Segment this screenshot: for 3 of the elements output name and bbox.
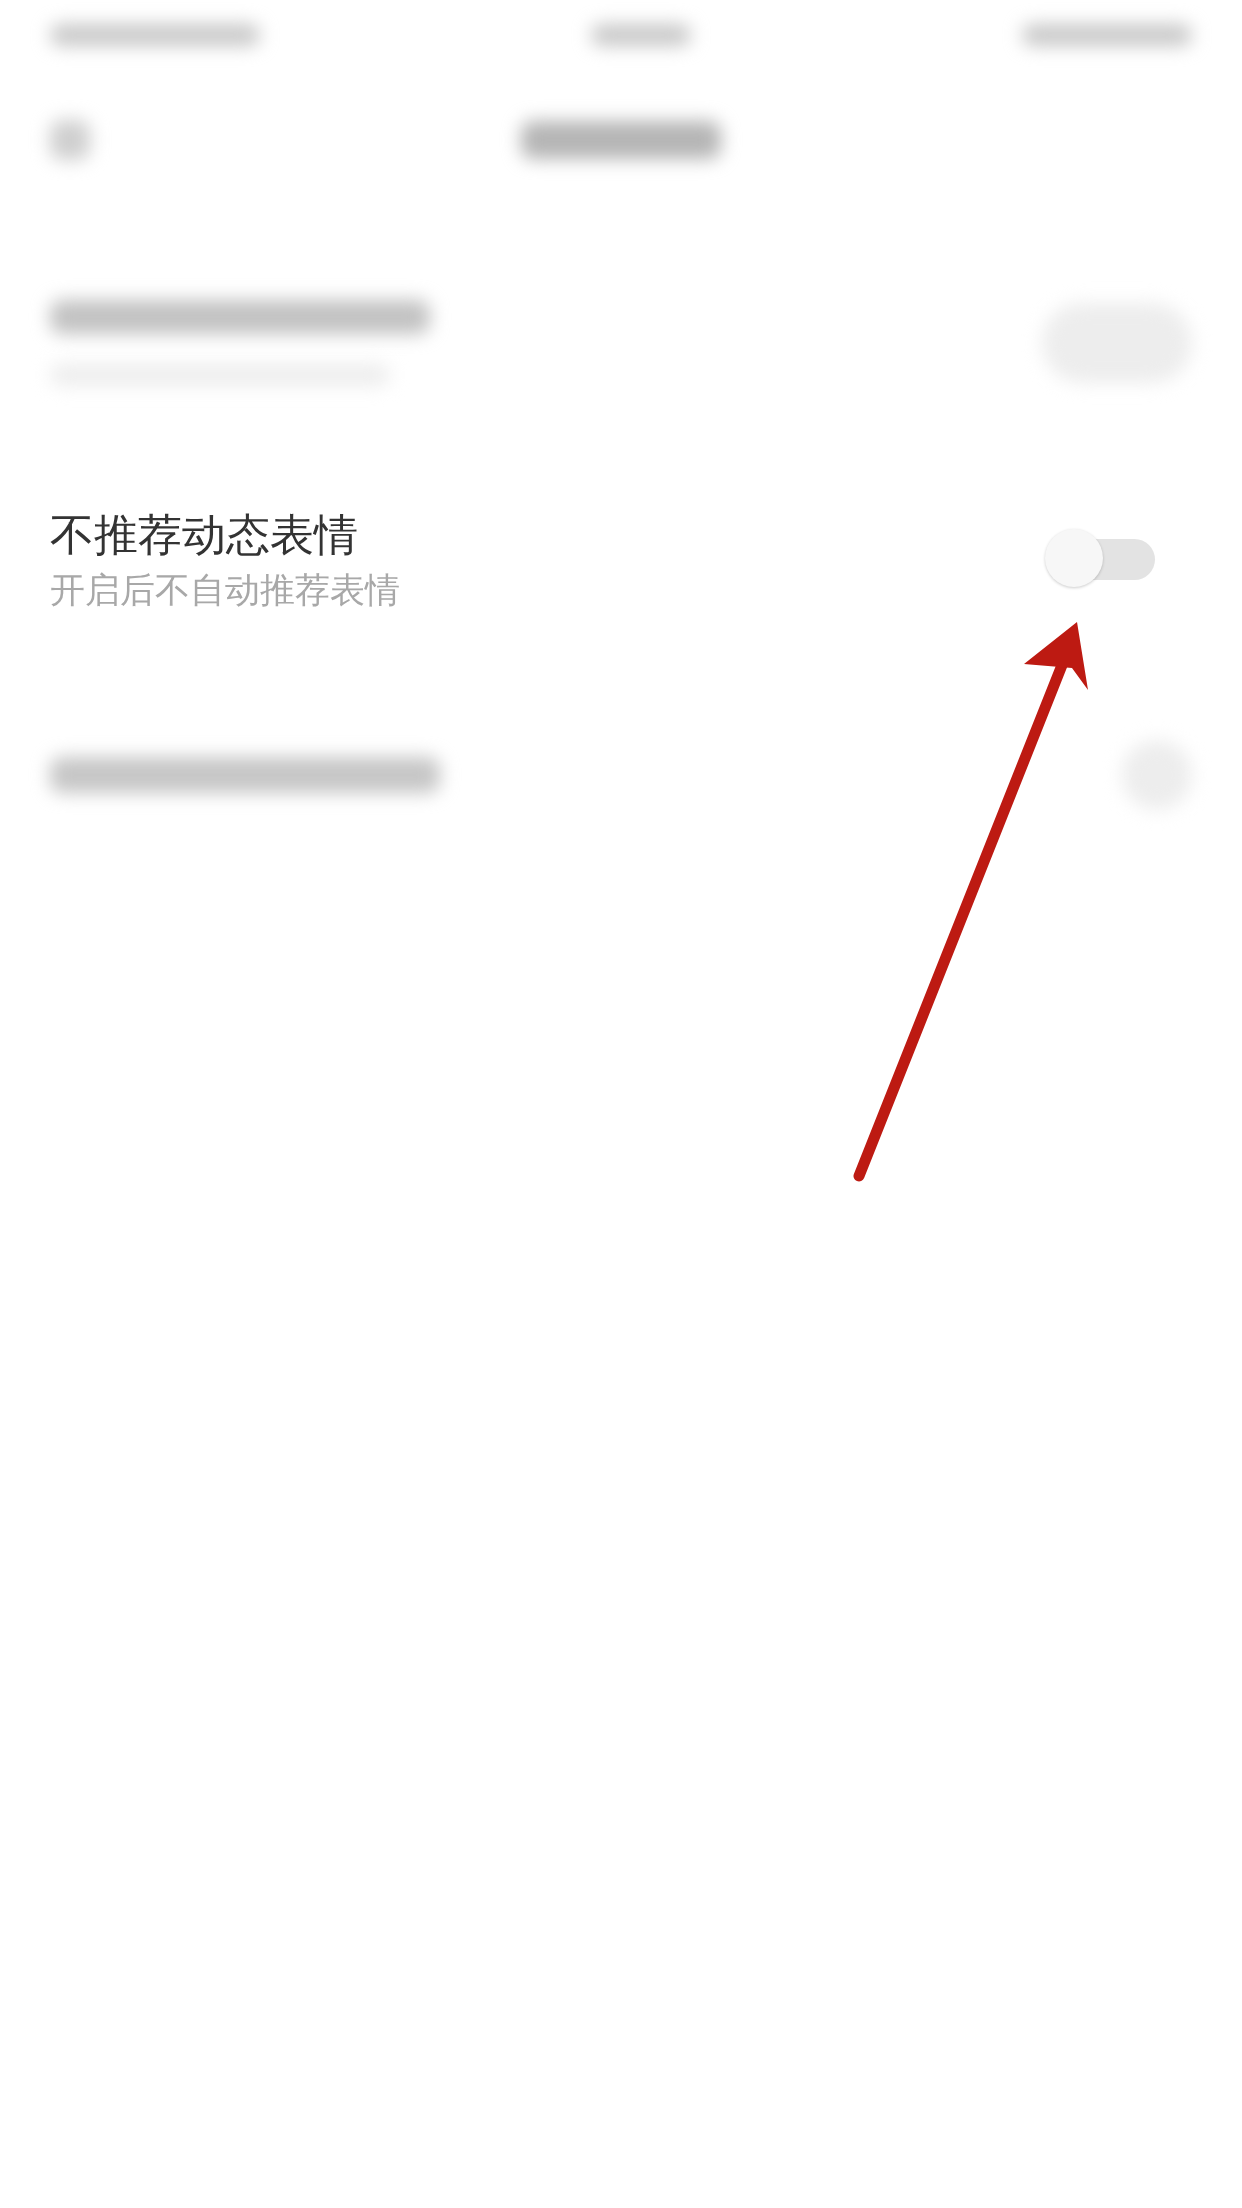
setting-description: 开启后不自动推荐表情 bbox=[50, 569, 400, 612]
setting-title: 不推荐动态表情 bbox=[50, 508, 359, 562]
blurred-back-icon bbox=[50, 120, 90, 160]
